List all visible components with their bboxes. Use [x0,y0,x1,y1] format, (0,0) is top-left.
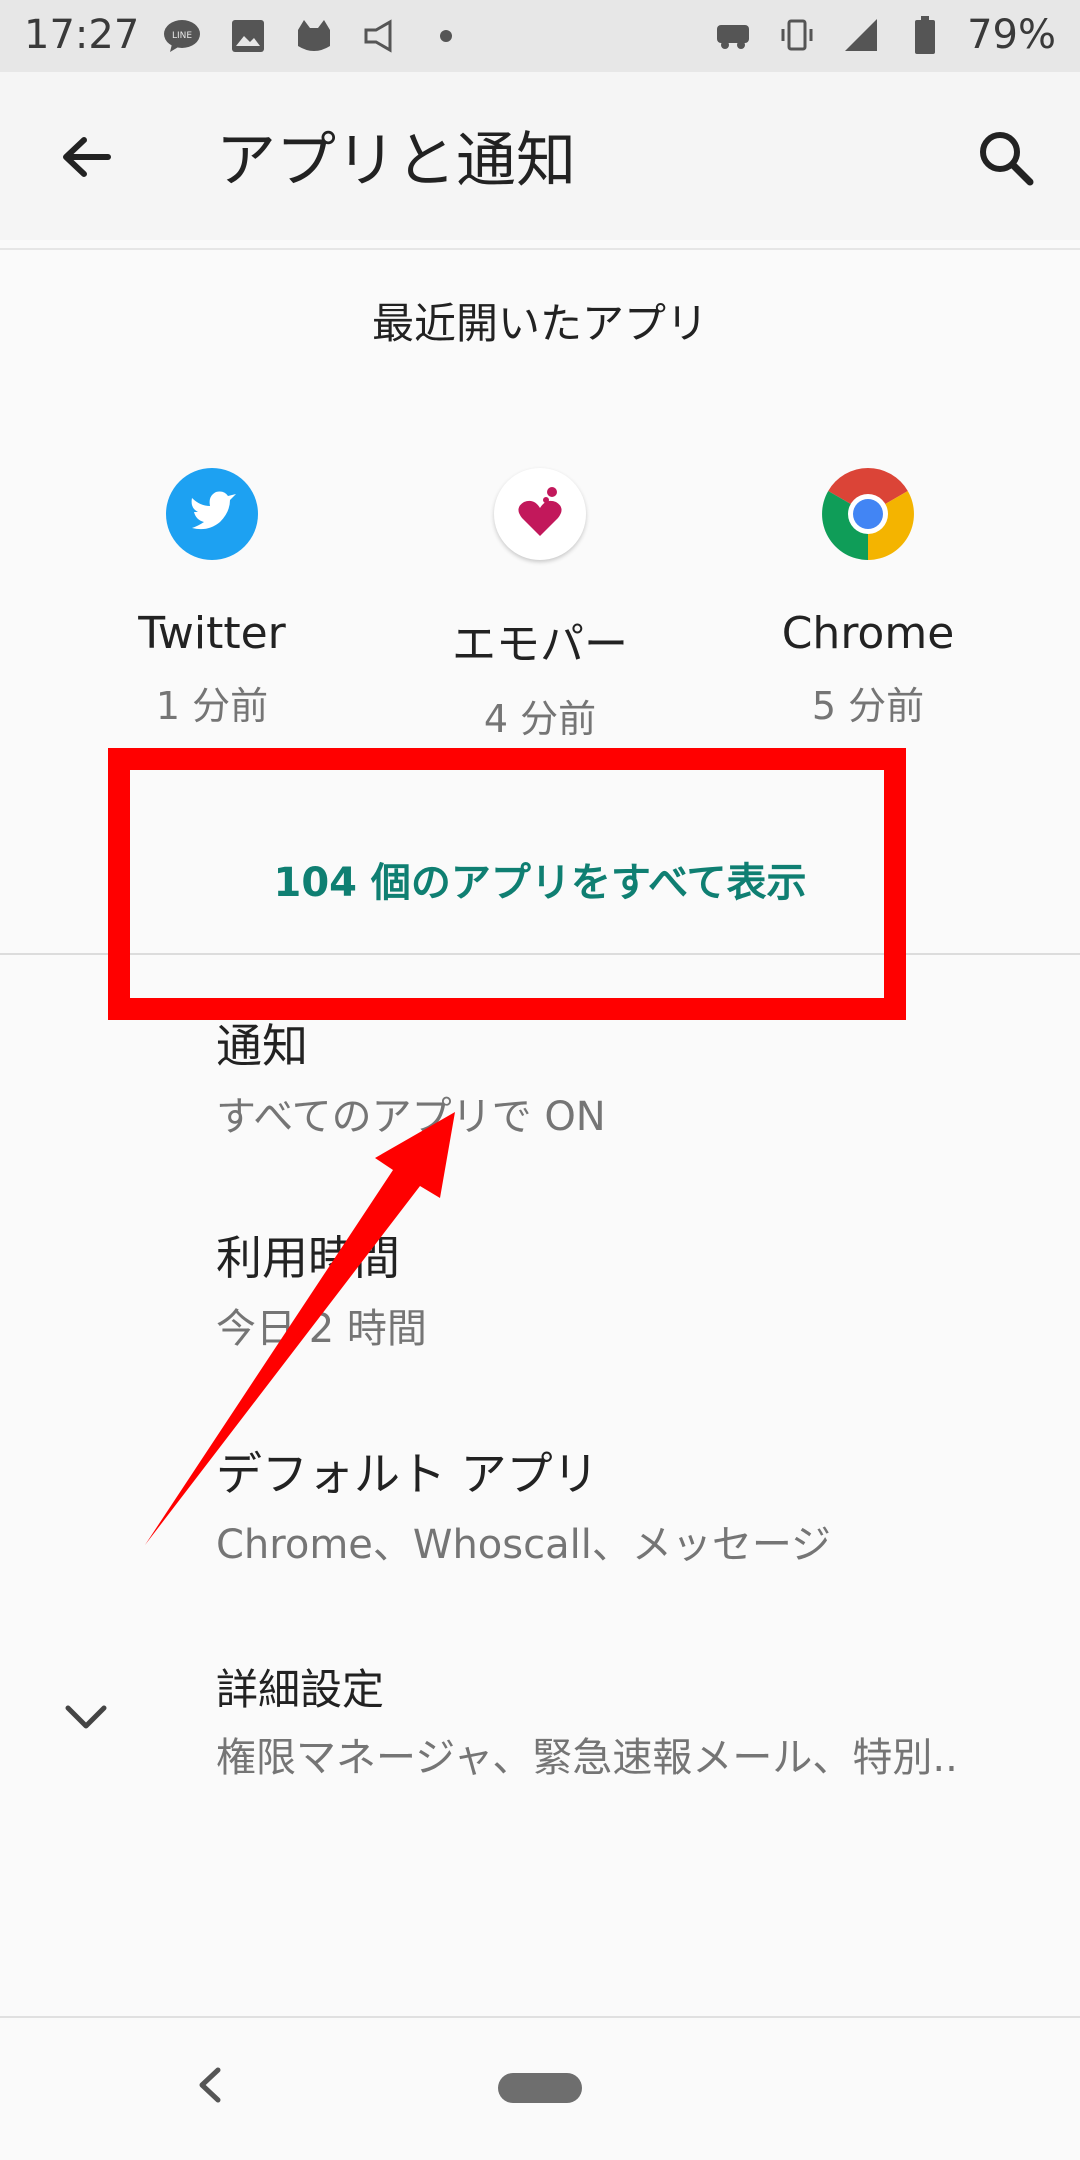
nav-home-pill[interactable] [498,2073,582,2103]
recent-app-twitter[interactable]: Twitter 1 分前 [47,468,377,730]
app-bar: アプリと通知 [0,72,1080,240]
battery-percent: 79% [967,12,1056,58]
settings-item-title: 詳細設定 [216,1665,385,1714]
heart-icon [494,468,586,560]
image-icon [226,14,270,58]
system-icons: 79% [711,12,1056,58]
dot-icon [424,14,468,58]
cat-icon [292,14,336,58]
status-bar: 17:27 LINE 79% [0,0,1080,72]
notification-icons: LINE [160,14,468,58]
svg-text:LINE: LINE [172,31,192,41]
signal-icon [839,13,883,57]
recent-app-name: Twitter [138,608,286,659]
divider [0,248,1080,250]
page-title: アプリと通知 [216,126,576,196]
twitter-icon [166,468,258,560]
megaphone-icon [358,14,402,58]
search-icon[interactable] [970,122,1040,192]
recent-apps-header: 最近開いたアプリ [371,299,708,348]
recent-app-time: 4 分前 [483,697,597,741]
settings-item-subtitle: Chrome、Whoscall、メッセージ [216,1522,832,1568]
back-arrow-icon[interactable] [52,122,122,192]
recent-app-name: エモパー [452,619,628,670]
settings-item-title: デフォルト アプリ [216,1447,599,1501]
chevron-down-icon[interactable] [58,1690,114,1746]
settings-item-subtitle: 権限マネージャ、緊急速報メール、特別.. [216,1735,958,1781]
chrome-icon [822,468,914,560]
recent-app-chrome[interactable]: Chrome 5 分前 [703,468,1033,730]
nav-back-icon[interactable] [186,2060,236,2110]
status-time: 17:27 [24,12,140,58]
recent-app-emopar[interactable]: エモパー 4 分前 [375,468,705,743]
annotation-highlight-box [108,748,906,1020]
recent-app-time: 1 分前 [155,684,269,728]
battery-icon [903,13,947,57]
settings-item-subtitle: すべてのアプリで ON [216,1094,606,1140]
settings-item-notifications[interactable]: 通知 すべてのアプリで ON [216,1010,1036,1142]
recent-app-time: 5 分前 [811,684,925,728]
car-icon [711,13,755,57]
line-icon: LINE [160,14,204,58]
settings-item-subtitle: 今日 2 時間 [216,1306,427,1352]
recent-app-name: Chrome [781,608,955,659]
settings-item-advanced[interactable]: 詳細設定 権限マネージャ、緊急速報メール、特別.. [216,1656,1036,1783]
settings-item-title: 利用時間 [216,1231,400,1285]
settings-item-default-apps[interactable]: デフォルト アプリ Chrome、Whoscall、メッセージ [216,1438,1036,1570]
vibrate-icon [775,13,819,57]
settings-item-screen-time[interactable]: 利用時間 今日 2 時間 [216,1222,1036,1354]
